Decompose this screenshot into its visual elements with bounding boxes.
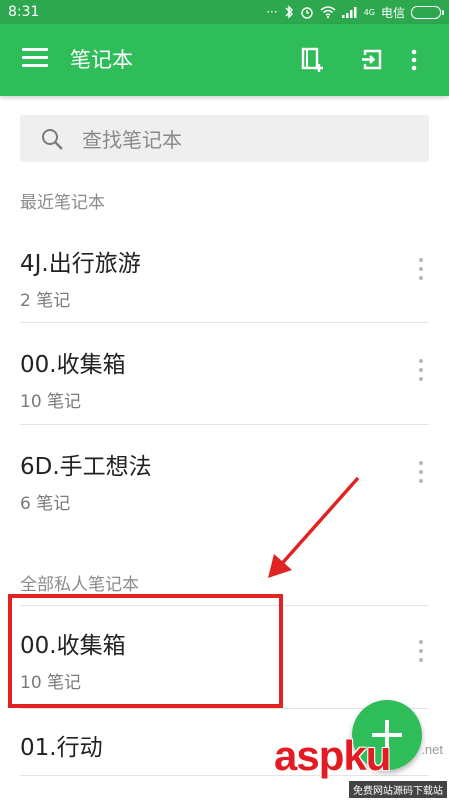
- list-item[interactable]: 00.收集箱 10 笔记: [0, 323, 449, 423]
- overflow-menu-icon[interactable]: [409, 47, 419, 73]
- item-menu-icon[interactable]: [417, 461, 425, 491]
- switch-account-icon[interactable]: [359, 47, 385, 73]
- notebook-title: 4J.出行旅游: [20, 251, 141, 277]
- new-notebook-icon[interactable]: [300, 47, 326, 73]
- network-type: 4G: [363, 7, 375, 17]
- notebook-count: 10 笔记: [20, 673, 82, 693]
- notebook-title: 00.收集箱: [20, 633, 126, 659]
- alarm-icon: [300, 7, 313, 19]
- list-item[interactable]: 6D.手工想法 6 笔记: [0, 425, 449, 525]
- divider: [20, 775, 429, 776]
- status-bar: 8:31 ··· 4G 电信: [0, 0, 449, 24]
- notebook-count: 10 笔记: [20, 392, 82, 412]
- search-icon: [42, 128, 63, 150]
- list-item[interactable]: 00.收集箱 10 笔记: [0, 604, 449, 704]
- more-dots-icon: ···: [266, 5, 278, 19]
- bluetooth-icon: [285, 5, 293, 19]
- notebook-title: 6D.手工想法: [20, 454, 152, 480]
- search-input[interactable]: 查找笔记本: [20, 115, 429, 162]
- item-menu-icon[interactable]: [417, 359, 425, 389]
- battery-icon: [411, 5, 444, 19]
- item-menu-icon[interactable]: [417, 258, 425, 288]
- section-header-all-private: 全部私人笔记本: [20, 575, 139, 595]
- carrier-name: 电信: [380, 5, 405, 20]
- section-header-recent: 最近笔记本: [20, 193, 105, 213]
- notebook-count: 6 笔记: [20, 494, 71, 514]
- notebook-title: 00.收集箱: [20, 352, 126, 378]
- wifi-icon: [320, 6, 336, 18]
- notebook-title: 01.行动: [20, 735, 103, 761]
- notebook-count: 2 笔记: [20, 291, 71, 311]
- signal-icon: [341, 7, 357, 18]
- menu-icon[interactable]: [22, 48, 48, 70]
- list-item[interactable]: 4J.出行旅游 2 笔记: [0, 222, 449, 322]
- status-time: 8:31: [8, 4, 40, 20]
- page-title: 笔记本: [70, 48, 133, 72]
- add-note-button[interactable]: [352, 700, 422, 770]
- search-placeholder: 查找笔记本: [82, 128, 182, 152]
- status-icons: ··· 4G 电信: [266, 4, 444, 21]
- item-menu-icon[interactable]: [417, 640, 425, 670]
- app-bar: 笔记本: [0, 24, 449, 96]
